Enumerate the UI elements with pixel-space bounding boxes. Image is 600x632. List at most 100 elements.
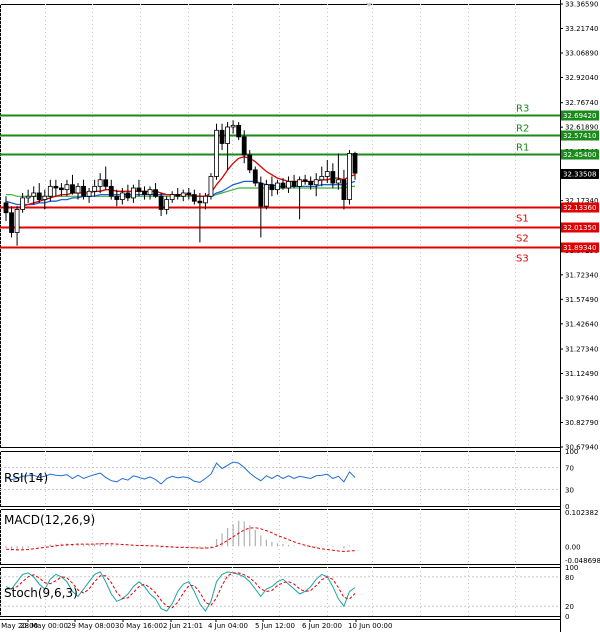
price-axis-label: 31.12490 xyxy=(565,370,598,378)
candle-bull xyxy=(119,192,125,200)
rsi-axis-label: 100 xyxy=(565,448,578,456)
candle-bull xyxy=(14,209,20,233)
candle-bull xyxy=(164,199,170,210)
candle-bear xyxy=(3,202,9,214)
trading-chart[interactable]: 33.36590 33.21740 33.06890 32.92040 32.76740… xyxy=(0,0,600,632)
pane-frame-0 xyxy=(0,4,561,448)
pane-frame-1 xyxy=(0,451,561,507)
candle-bull xyxy=(42,195,48,200)
time-axis-label: 30 May 16:00 xyxy=(115,622,163,630)
candle-bear xyxy=(302,179,308,182)
candle-bull xyxy=(263,184,269,207)
stoch-axis-label: 0 xyxy=(565,613,569,621)
stoch-axis-label: 80 xyxy=(565,574,574,582)
candle-bull xyxy=(64,184,70,191)
candle-bull xyxy=(169,194,175,200)
price-axis-label: 30.97640 xyxy=(565,395,598,403)
level-name-label: S3 xyxy=(516,254,529,265)
candle-bull xyxy=(225,126,230,144)
price-axis-label: 32.76740 xyxy=(565,99,598,107)
candle-bear xyxy=(36,192,42,200)
candle-bear xyxy=(158,195,164,210)
candle-bear xyxy=(125,192,131,199)
macd-axis-label: 0.102382 xyxy=(565,509,598,517)
candle-bear xyxy=(9,212,14,233)
candle-bear xyxy=(252,169,258,184)
candle-bull xyxy=(97,179,103,187)
stoch-label: Stoch(9,6,3) xyxy=(4,586,78,600)
candle-bull xyxy=(31,192,37,197)
current-price-label: 32.33508 xyxy=(563,170,596,178)
candle-bull xyxy=(92,185,98,192)
time-axis-label: 6 Jun 20:00 xyxy=(302,622,342,630)
candle-bear xyxy=(136,187,142,192)
time-axis-label: 29 May 08:00 xyxy=(67,622,115,630)
stoch-axis-label: 100 xyxy=(565,564,578,572)
level-price-label: 31.89340 xyxy=(563,244,596,252)
level-name-label: S1 xyxy=(516,214,529,225)
candle-bear xyxy=(191,194,197,202)
candle-bear xyxy=(81,185,86,197)
candle-bear xyxy=(236,124,242,138)
price-axis-label: 31.72340 xyxy=(565,271,598,279)
level-price-label: 32.69420 xyxy=(563,112,596,120)
candle-bull xyxy=(214,129,219,177)
candle-bear xyxy=(330,171,336,184)
time-axis-label: 2 Jun 21:01 xyxy=(163,622,203,630)
candle-bull xyxy=(75,185,81,194)
price-axis-label: 32.92040 xyxy=(565,74,598,82)
candle-bull xyxy=(286,181,291,189)
price-axis-label: 32.61890 xyxy=(565,124,598,132)
candle-bear xyxy=(280,182,286,189)
price-axis-label: 33.06890 xyxy=(565,49,598,57)
candle-bear xyxy=(241,136,247,156)
candle-bear xyxy=(175,194,181,197)
candle-bull xyxy=(47,185,53,197)
macd-axis-label: 0.00 xyxy=(565,543,581,551)
level-price-label: 32.45400 xyxy=(563,151,596,159)
candle-bear xyxy=(197,200,203,204)
candle-bull xyxy=(208,176,214,197)
price-axis-label: 33.21740 xyxy=(565,25,598,33)
candle-bull xyxy=(275,182,280,191)
candle-bull xyxy=(324,171,330,177)
candle-bull xyxy=(180,192,186,197)
candle-bull xyxy=(335,179,341,184)
level-price-label: 32.13360 xyxy=(563,204,596,212)
price-axis-label: 33.36590 xyxy=(565,1,598,9)
candle-bear xyxy=(269,184,275,191)
candle-bull xyxy=(86,190,92,197)
candle-bear xyxy=(114,195,120,200)
candle-bull xyxy=(313,179,319,186)
candle-bull xyxy=(347,152,352,200)
level-price-label: 32.01350 xyxy=(563,224,596,232)
time-axis-label: 5 Jun 12:00 xyxy=(255,622,295,630)
candle-bear xyxy=(108,185,114,197)
candle-bear xyxy=(153,189,158,197)
candle-bear xyxy=(58,187,64,191)
candle-bull xyxy=(319,176,325,181)
rsi-label: RSI(14) xyxy=(4,471,48,485)
macd-label: MACD(12,26,9) xyxy=(4,513,95,527)
price-axis-label: 31.27340 xyxy=(565,346,598,354)
candle-bull xyxy=(230,124,236,128)
candle-bear xyxy=(103,179,109,187)
level-name-label: R1 xyxy=(516,143,529,154)
level-name-label: S2 xyxy=(516,234,529,245)
time-axis-label: 28 May 00:00 xyxy=(20,622,68,630)
candle-bear xyxy=(53,185,59,189)
candle-bear xyxy=(70,184,75,194)
candle-bear xyxy=(219,129,225,144)
candle-bear xyxy=(352,152,358,174)
candle-bull xyxy=(147,189,153,196)
rsi-axis-label: 30 xyxy=(565,487,574,495)
level-name-label: R2 xyxy=(516,124,529,135)
candle-bear xyxy=(258,182,264,207)
stoch-axis-label: 20 xyxy=(565,603,574,611)
price-axis-label: 31.42640 xyxy=(565,320,598,328)
candle-bear xyxy=(142,190,147,196)
candle-bear xyxy=(186,192,192,196)
level-price-label: 32.57410 xyxy=(563,132,596,140)
price-axis-label: 30.82790 xyxy=(565,419,598,427)
candle-bull xyxy=(25,195,31,199)
